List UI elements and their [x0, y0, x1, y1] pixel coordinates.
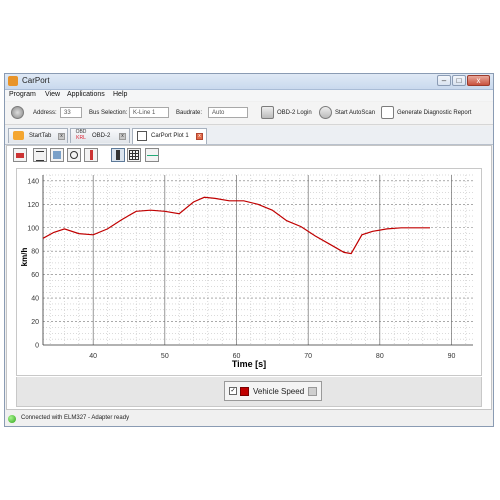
x-tick-label: 80 [376, 353, 384, 360]
starttab-icon [13, 131, 24, 140]
image-icon[interactable] [50, 148, 64, 162]
title-bar[interactable]: CarPort – □ x [5, 74, 493, 90]
menu-view[interactable]: View [45, 91, 60, 98]
main-window: CarPort – □ x Program View Applications … [4, 73, 494, 427]
legend-color-swatch [240, 387, 249, 396]
minimize-button[interactable]: – [437, 75, 451, 86]
window-title: CarPort [22, 76, 50, 85]
x-tick-label: 40 [89, 353, 97, 360]
plot-tab-icon [137, 131, 147, 141]
tab-carport-plot-label: CarPort Plot 1 [151, 133, 189, 139]
tab-obd2-close-icon[interactable]: x [119, 133, 126, 140]
y-tick-label: 20 [31, 319, 39, 326]
bus-selection-dropdown[interactable]: K-Line 1 [129, 107, 169, 118]
grid-icon[interactable] [127, 148, 141, 162]
tab-obd2[interactable]: OBD KRL OBD-2 x [70, 128, 130, 143]
line-icon[interactable] [145, 148, 159, 162]
plot-panel: 40 50 60 70 80 90 0 20 40 60 80 100 120 140 Time [s] … [6, 145, 492, 410]
tab-carport-plot[interactable]: CarPort Plot 1 x [132, 128, 207, 144]
legend-area: ✓ Vehicle Speed [16, 377, 482, 407]
y-tick-label: 0 [35, 343, 39, 350]
obd-login-button[interactable]: OBD-2 Login [277, 110, 312, 116]
menu-applications[interactable]: Applications [67, 91, 105, 98]
tab-strip: StartTab x OBD KRL OBD-2 x CarPort Plot … [5, 126, 493, 145]
legend-series-label: Vehicle Speed [253, 387, 305, 396]
address-label: Address: [33, 110, 57, 116]
speed-chart: 40 50 60 70 80 90020406080100120140 Time [s] … [20, 174, 473, 369]
y-tick-label: 140 [27, 178, 39, 185]
tab-starttab-close-icon[interactable]: x [58, 133, 65, 140]
minor-grid [43, 174, 473, 345]
connect-icon[interactable] [11, 106, 24, 119]
status-bar: Connected with ELM327 - Adapter ready [5, 412, 493, 426]
report-icon[interactable] [381, 106, 394, 119]
clock-icon[interactable] [67, 148, 81, 162]
tab-carport-plot-close-icon[interactable]: x [196, 133, 203, 140]
thermometer-icon[interactable] [84, 148, 98, 162]
legend-remove-icon[interactable] [308, 387, 317, 396]
menu-help[interactable]: Help [113, 91, 127, 98]
connection-status-icon [8, 415, 16, 423]
autoscan-button[interactable]: Start AutoScan [335, 110, 375, 116]
toolbar: Address: 33 Bus Selection: K-Line 1 Baud… [5, 102, 493, 125]
tick-labels: 40 50 60 70 80 90020406080100120140 [27, 178, 455, 360]
y-tick-label: 100 [27, 225, 39, 232]
tab-starttab-label: StartTab [29, 133, 52, 139]
baudrate-label: Baudrate: [176, 110, 203, 116]
menu-bar: Program View Applications Help [5, 90, 493, 101]
maximize-button[interactable]: □ [452, 75, 466, 86]
legend: ✓ Vehicle Speed [224, 381, 322, 401]
export-icon[interactable] [13, 148, 27, 162]
list-icon[interactable] [33, 148, 47, 162]
app-logo-icon [8, 76, 18, 86]
tab-starttab[interactable]: StartTab x [8, 128, 68, 143]
close-button[interactable]: x [467, 75, 490, 86]
chart-frame: 40 50 60 70 80 90 0 20 40 60 80 100 120 140 Time [s] … [16, 168, 482, 376]
x-tick-label: 70 [304, 353, 312, 360]
x-axis-label: Time [s] [232, 359, 266, 369]
y-tick-label: 60 [31, 272, 39, 279]
obd-icon: OBD KRL [74, 129, 88, 142]
obd-icon-bottom-text: KRL [76, 135, 86, 141]
person-icon[interactable] [111, 148, 125, 162]
address-input[interactable]: 33 [60, 107, 82, 118]
x-tick-label: 50 [161, 353, 169, 360]
y-tick-label: 40 [31, 296, 39, 303]
legend-checkbox[interactable]: ✓ [229, 387, 237, 395]
y-tick-label: 120 [27, 202, 39, 209]
autoscan-icon[interactable] [319, 106, 332, 119]
generate-report-button[interactable]: Generate Diagnostic Report [397, 110, 471, 116]
menu-program[interactable]: Program [9, 91, 36, 98]
tab-obd2-label: OBD-2 [92, 133, 111, 139]
baudrate-dropdown[interactable]: Auto [208, 107, 248, 118]
status-text: Connected with ELM327 - Adapter ready [21, 415, 130, 421]
obd-login-icon[interactable] [261, 106, 274, 119]
y-tick-label: 80 [31, 249, 39, 256]
y-axis-label: km/h [20, 248, 29, 267]
x-tick-label: 90 [448, 353, 456, 360]
bus-selection-label: Bus Selection: [89, 110, 128, 116]
